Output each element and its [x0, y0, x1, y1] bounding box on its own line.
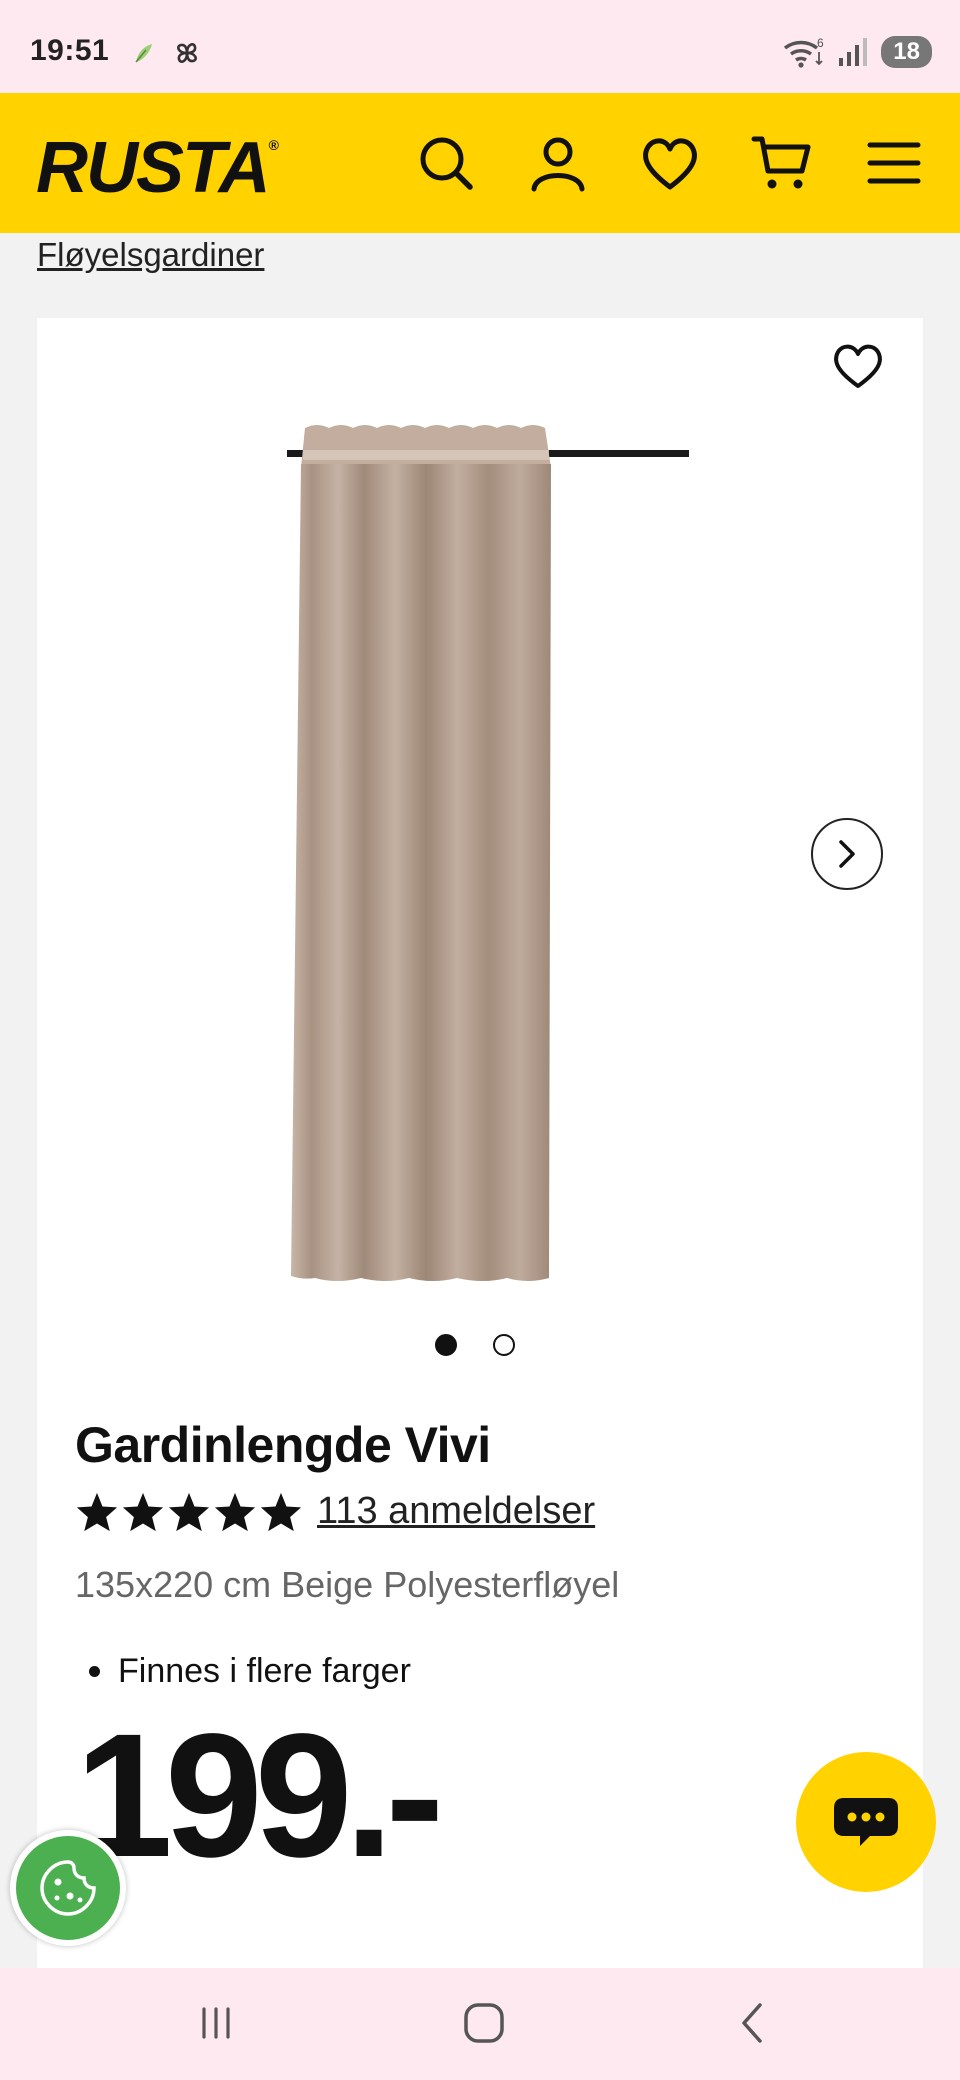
network-badge: 6	[817, 36, 824, 50]
system-icons: 6 18	[781, 36, 932, 68]
product-card: Gardinlengde Vivi 113 anmeldelser 135x22…	[37, 318, 923, 1968]
reviews-link[interactable]: 113 anmeldelser	[317, 1490, 595, 1533]
notification-icons	[130, 36, 204, 70]
logo-mark: ®	[268, 137, 279, 153]
pagination-dot-2[interactable]	[493, 1334, 515, 1356]
search-icon[interactable]	[414, 131, 478, 195]
system-nav-bar	[0, 1968, 960, 2080]
signal-icon	[839, 38, 868, 66]
cookie-settings-button[interactable]	[10, 1830, 126, 1946]
feature-text: Finnes i flere farger	[118, 1652, 411, 1690]
menu-icon[interactable]	[862, 131, 926, 195]
recent-apps-icon	[202, 2007, 230, 2039]
star-icon	[168, 1492, 210, 1531]
star-icon	[122, 1492, 164, 1531]
next-image-button[interactable]	[811, 818, 883, 890]
status-bar: 19:51 6 18	[0, 0, 960, 93]
account-icon[interactable]	[526, 131, 590, 195]
wifi-icon: 6	[784, 36, 824, 68]
home-icon	[464, 2003, 504, 2043]
battery-icon: 18	[881, 36, 932, 68]
back-button[interactable]	[722, 1998, 782, 2048]
chat-bubble-icon	[834, 1798, 898, 1846]
breadcrumb-link[interactable]: Fløyelsgardiner	[37, 236, 264, 274]
product-rating: 113 anmeldelser	[75, 1490, 595, 1533]
cookie-icon	[40, 1860, 96, 1916]
cookie-badge	[16, 1836, 120, 1940]
product-title: Gardinlengde Vivi	[75, 1417, 491, 1473]
chat-button[interactable]	[796, 1752, 936, 1892]
chevron-right-icon	[839, 840, 855, 868]
home-button[interactable]	[454, 1998, 514, 2048]
star-icon	[214, 1492, 256, 1531]
star-icon	[76, 1492, 118, 1531]
cart-icon[interactable]	[750, 131, 814, 195]
image-pagination	[435, 1334, 515, 1356]
feature-list-item: Finnes i flere farger	[89, 1652, 411, 1691]
pinwheel-notification-icon	[177, 43, 197, 63]
status-time: 19:51	[30, 34, 110, 67]
rusta-logo[interactable]: RUSTA®	[36, 127, 279, 209]
recent-apps-button[interactable]	[186, 1998, 246, 2048]
product-price: 199.-	[75, 1698, 444, 1894]
back-icon	[742, 2003, 762, 2043]
star-icon	[260, 1492, 302, 1531]
site-header: RUSTA®	[0, 93, 960, 233]
product-subtitle: 135x220 cm Beige Polyesterfløyel	[75, 1564, 620, 1605]
bullet-icon	[89, 1666, 100, 1677]
favorite-heart-icon[interactable]	[831, 340, 885, 390]
heart-icon[interactable]	[638, 131, 702, 195]
product-image-curtain	[287, 425, 689, 1281]
rating-stars	[75, 1491, 303, 1533]
logo-text: RUSTA	[36, 128, 271, 208]
leaf-notification-icon	[135, 44, 152, 63]
pagination-dot-1[interactable]	[435, 1334, 457, 1356]
